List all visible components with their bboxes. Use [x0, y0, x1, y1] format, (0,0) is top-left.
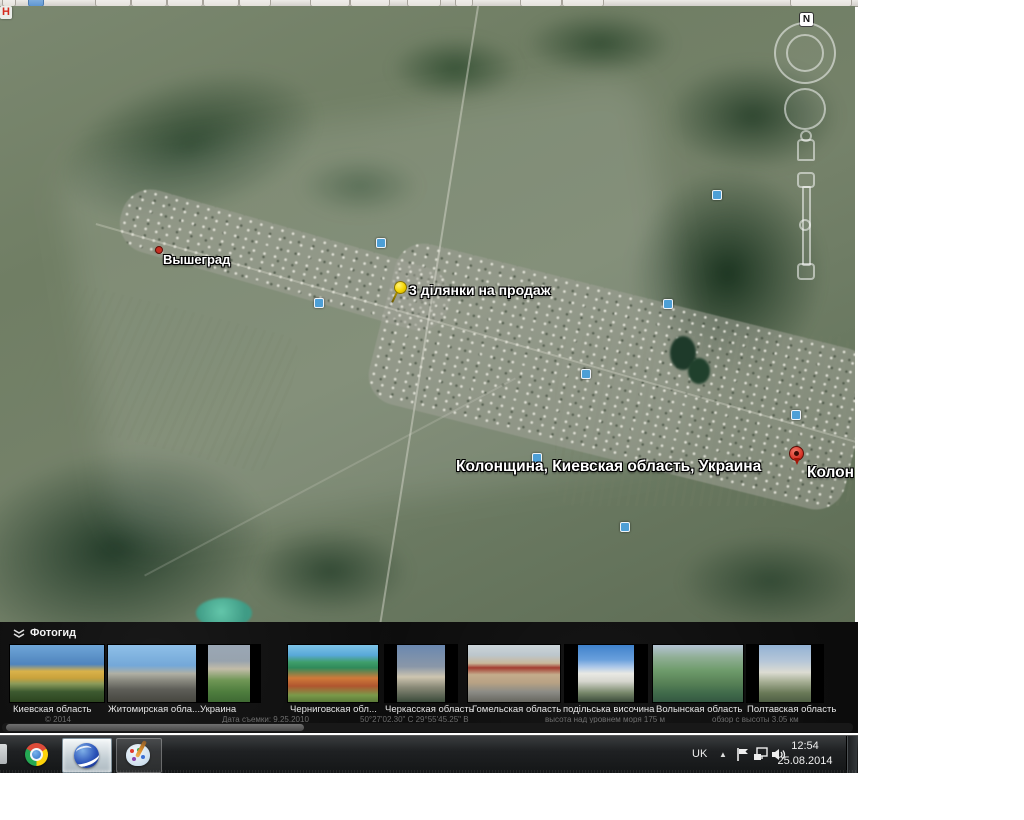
marker-dot — [794, 451, 799, 456]
pushpin-icon[interactable] — [390, 281, 408, 305]
pond — [688, 358, 710, 384]
action-center-flag-icon[interactable] — [735, 747, 750, 762]
photo-poi-icon[interactable] — [314, 298, 324, 308]
photo-poi-icon[interactable] — [712, 190, 722, 200]
pegman-body — [797, 139, 815, 161]
thumbnail-image — [397, 645, 445, 702]
photo-thumbnail[interactable] — [747, 645, 823, 702]
clock[interactable]: 12:54 25.08.2014 — [772, 739, 838, 769]
desktop-screen: H Вышеград 3 ділянки на продаж Колонщина… — [0, 0, 1024, 820]
google-earth-icon — [74, 743, 99, 768]
thumbnail-label: Украина — [200, 704, 236, 715]
collapse-chevron-icon[interactable] — [12, 627, 26, 639]
photoguide-scrollbar-thumb[interactable] — [6, 724, 304, 731]
clock-time: 12:54 — [772, 739, 838, 754]
photo-thumbnail[interactable] — [565, 645, 647, 702]
photo-poi-icon[interactable] — [620, 522, 630, 532]
search-result-marker-icon[interactable] — [789, 446, 804, 466]
thumbnail-image — [578, 645, 634, 702]
place-dot-icon[interactable] — [155, 246, 163, 254]
chrome-taskbar-button[interactable] — [22, 738, 52, 771]
earth-map-viewport[interactable]: H Вышеград 3 ділянки на продаж Колонщина… — [0, 6, 855, 622]
photo-thumbnail[interactable] — [10, 645, 104, 702]
pushpin-head — [394, 281, 407, 294]
compass-inner-ring — [786, 34, 824, 72]
photo-poi-icon[interactable] — [376, 238, 386, 248]
thumbnail-label: подільська височина — [563, 704, 654, 715]
photo-thumbnail[interactable] — [385, 645, 457, 702]
tray-expand-caret[interactable]: ▲ — [719, 750, 727, 759]
thumbnail-image — [759, 645, 811, 702]
photo-poi-icon[interactable] — [663, 299, 673, 309]
language-indicator[interactable]: UK — [692, 748, 707, 760]
network-icon[interactable] — [753, 747, 768, 762]
paint-taskbar-button[interactable] — [116, 738, 162, 773]
terrain-forest — [680, 536, 855, 622]
thumbnail-label: Полтавская область — [747, 704, 836, 715]
clock-date: 25.08.2014 — [772, 754, 838, 769]
photoguide-header: Фотогид — [0, 622, 858, 644]
thumbnail-label: Черкасская область — [385, 704, 474, 715]
terrain-forest — [390, 36, 520, 101]
paint-palette-icon — [126, 744, 150, 766]
thumbnail-label: Волынская область — [656, 704, 742, 715]
place-label-partial: Колон — [807, 464, 854, 482]
windows-taskbar: UK ▲ 12:54 25.08.2014 — [0, 735, 858, 773]
photo-poi-icon[interactable] — [791, 410, 801, 420]
google-earth-taskbar-button[interactable] — [62, 738, 112, 773]
photoguide-panel: Фотогид Киевская область Житомирская обл… — [0, 622, 858, 733]
place-label-vyshegrad: Вышеград — [163, 252, 230, 267]
thumbnail-image — [208, 645, 250, 702]
pond — [196, 598, 252, 622]
photoguide-title: Фотогид — [30, 627, 76, 639]
photo-thumbnail[interactable] — [108, 645, 196, 702]
hospital-marker-icon[interactable]: H — [0, 6, 12, 19]
photo-poi-icon[interactable] — [581, 369, 591, 379]
zoom-out-button[interactable] — [797, 263, 815, 280]
placemark-label-listing[interactable]: 3 ділянки на продаж — [409, 282, 551, 298]
taskbar-edge-item[interactable] — [0, 744, 7, 764]
chrome-icon — [25, 743, 48, 766]
photoguide-scrollbar-track[interactable] — [2, 723, 853, 732]
pegman-icon[interactable] — [796, 130, 812, 160]
zoom-slider-handle[interactable] — [799, 219, 811, 231]
show-desktop-button[interactable] — [846, 736, 857, 773]
thumbnail-label: Черниговская обл... — [290, 704, 377, 715]
thumbnail-label: Гомельская область — [472, 704, 561, 715]
photo-thumbnail[interactable] — [198, 645, 260, 702]
thumbnail-label: Житомирская обла... — [108, 704, 200, 715]
marker-tail — [794, 458, 800, 465]
thumbnail-label: Киевская область — [13, 704, 91, 715]
photo-thumbnail[interactable] — [653, 645, 743, 702]
terrain-forest — [525, 11, 675, 76]
place-label-kolonshchina: Колонщина, Киевская область, Украина — [456, 458, 761, 476]
photo-thumbnail[interactable] — [468, 645, 560, 702]
look-joystick[interactable] — [784, 88, 826, 130]
photo-thumbnail[interactable] — [288, 645, 378, 702]
terrain-forest — [250, 526, 410, 616]
